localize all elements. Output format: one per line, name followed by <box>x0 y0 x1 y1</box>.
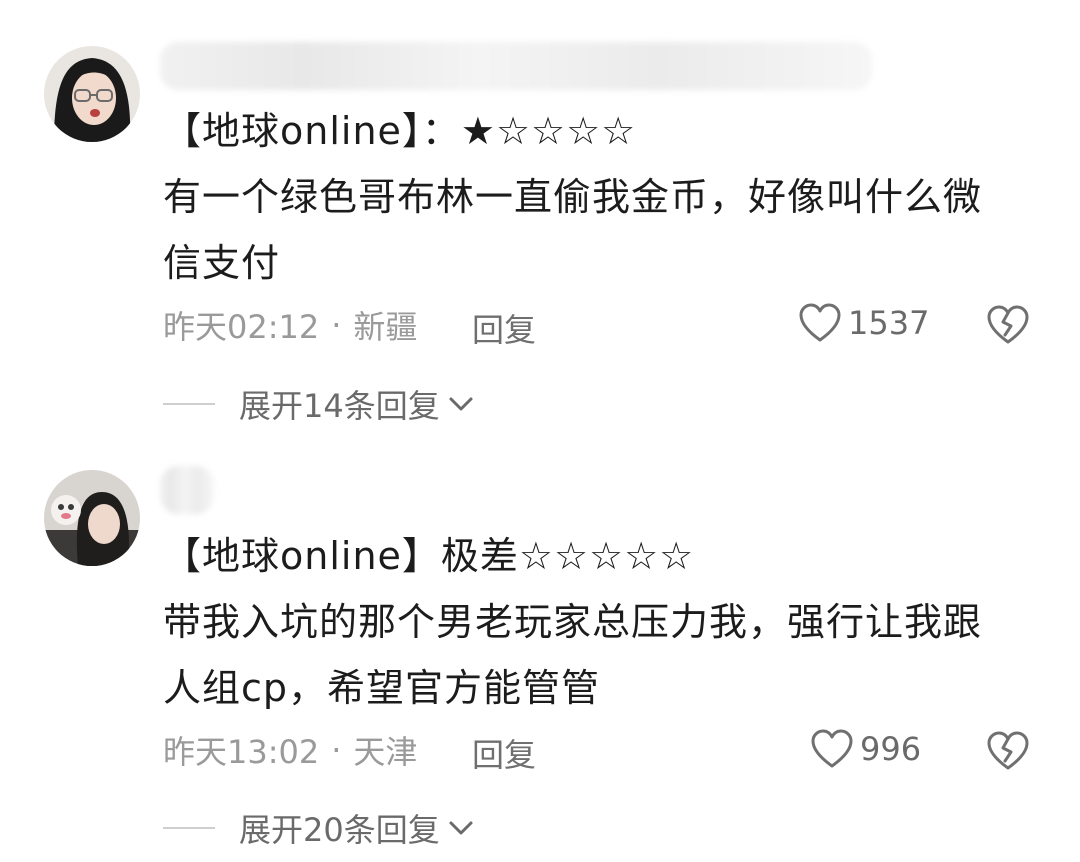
comment-meta: 昨天13:02 · 天津 <box>163 730 418 771</box>
like-button[interactable]: 996 <box>810 728 921 770</box>
divider <box>163 827 215 829</box>
comment-meta: 昨天02:12 · 新疆 <box>163 305 418 346</box>
dislike-button[interactable] <box>986 730 1030 776</box>
broken-heart-icon <box>987 305 1029 344</box>
expand-replies[interactable]: 展开20条回复 <box>163 806 474 850</box>
comment-line: 【地球online】：★☆☆☆☆ <box>163 109 637 153</box>
comment-line: 带我入坑的那个男老玩家总压力我，强行让我跟 <box>163 600 983 644</box>
like-button[interactable]: 1537 <box>798 302 929 344</box>
comment-line: 信支付 <box>163 241 281 285</box>
heart-outline-icon <box>811 729 853 768</box>
expand-replies-label: 展开14条回复 <box>239 387 440 425</box>
username-blurred[interactable] <box>160 466 214 514</box>
comment-text: 【地球online】：★☆☆☆☆ 有一个绿色哥布林一直偷我金币，好像叫什么微 信… <box>163 98 1033 296</box>
like-count: 996 <box>860 730 922 768</box>
like-count: 1537 <box>848 304 930 342</box>
broken-heart-icon <box>987 731 1029 770</box>
comment-location: 新疆 <box>353 308 418 346</box>
comment-text: 【地球online】极差☆☆☆☆☆ 带我入坑的那个男老玩家总压力我，强行让我跟 … <box>163 523 1033 721</box>
expand-replies-label: 展开20条回复 <box>239 811 440 849</box>
reply-button[interactable]: 回复 <box>472 730 536 776</box>
meta-separator: · <box>331 731 342 769</box>
avatar[interactable] <box>44 470 140 566</box>
heart-outline-icon <box>799 303 841 342</box>
reply-button[interactable]: 回复 <box>472 305 536 351</box>
expand-replies[interactable]: 展开14条回复 <box>163 382 474 426</box>
comment-line: 【地球online】极差☆☆☆☆☆ <box>163 534 695 578</box>
comment-item: 【地球online】：★☆☆☆☆ 有一个绿色哥布林一直偷我金币，好像叫什么微 信… <box>0 0 1080 440</box>
comment-item: 【地球online】极差☆☆☆☆☆ 带我入坑的那个男老玩家总压力我，强行让我跟 … <box>0 440 1080 862</box>
meta-separator: · <box>331 306 342 344</box>
dislike-button[interactable] <box>986 304 1030 350</box>
comment-location: 天津 <box>353 733 418 771</box>
divider <box>163 403 215 405</box>
chevron-down-icon <box>448 395 474 413</box>
username-blurred[interactable] <box>160 42 872 90</box>
comment-line: 人组cp，希望官方能管管 <box>163 666 601 710</box>
comment-line: 有一个绿色哥布林一直偷我金币，好像叫什么微 <box>163 175 983 219</box>
chevron-down-icon <box>448 819 474 837</box>
avatar[interactable] <box>44 46 140 142</box>
comment-time: 昨天13:02 <box>163 733 320 771</box>
comment-time: 昨天02:12 <box>163 308 320 346</box>
